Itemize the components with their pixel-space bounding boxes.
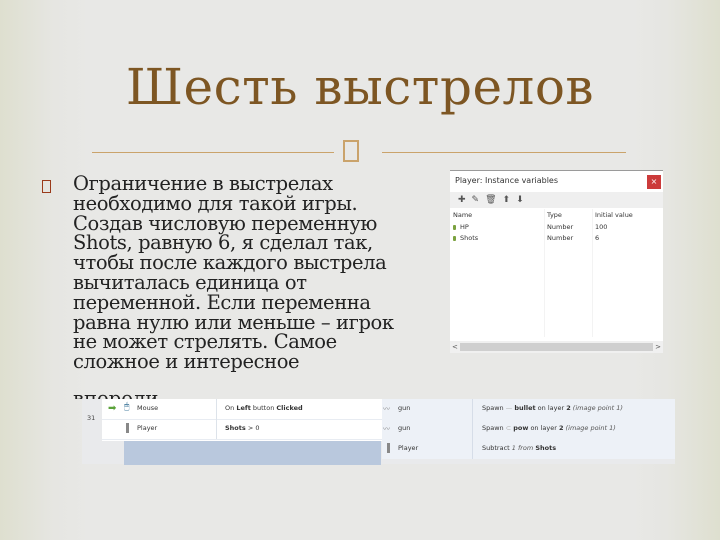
variable-name: HP — [460, 223, 469, 231]
event-sheet: 31 ➡ 🖱 Mouse On Left button Clicked Play… — [82, 399, 675, 465]
player-icon — [126, 423, 129, 433]
condition-row[interactable]: Player Shots > 0 — [102, 419, 382, 440]
event-line-number: 31 — [87, 414, 96, 422]
instance-variables-dialog: Player: Instance variables × ✚ ✎ 🗑 ⬆ ⬇ N… — [450, 170, 663, 353]
action-object: Player — [398, 444, 419, 452]
variable-name: Shots — [460, 234, 479, 242]
divider-ornament-icon — [343, 140, 359, 162]
slide-body-overflow: впороли — [73, 387, 159, 399]
trigger-arrow-icon: ➡ — [108, 403, 117, 414]
slide-body-text: Ограничение в выстрелах необходимо для т… — [73, 172, 394, 374]
gun-icon: 〰 — [383, 425, 390, 433]
mouse-icon: 🖱 — [124, 402, 130, 412]
action-object: gun — [398, 424, 411, 432]
condition-object: Player — [137, 424, 158, 432]
slide-title: Шесть выстрелов — [125, 58, 595, 116]
divider-right — [382, 152, 626, 153]
condition-row[interactable]: ➡ 🖱 Mouse On Left button Clicked — [102, 399, 382, 420]
action-object: gun — [398, 404, 411, 412]
scrollbar-thumb[interactable] — [460, 343, 653, 351]
variable-type: Number — [547, 234, 574, 242]
condition-object: Mouse — [137, 404, 159, 412]
action-text: Spawn ⊂ pow on layer 2 (image point 1) — [482, 424, 616, 432]
table-header: Name Type Initial value — [450, 211, 663, 221]
column-separator — [216, 399, 217, 439]
horizontal-scrollbar[interactable]: < > — [450, 341, 663, 353]
column-header-initial-value[interactable]: Initial value — [595, 211, 633, 219]
variable-type: Number — [547, 223, 574, 231]
condition-text: On Left button Clicked — [225, 404, 303, 412]
column-separator — [472, 399, 473, 459]
action-text: Spawn — bullet on layer 2 (image point 1… — [482, 404, 623, 412]
edit-icon[interactable]: ✎ — [472, 195, 480, 205]
column-header-type[interactable]: Type — [547, 211, 562, 219]
table-row[interactable]: Shots Number 6 — [450, 234, 663, 244]
action-row[interactable]: Player Subtract 1 from Shots — [382, 439, 675, 459]
variable-icon — [453, 224, 456, 230]
dialog-title: Player: Instance variables — [455, 176, 559, 185]
column-header-name[interactable]: Name — [453, 211, 472, 219]
gun-icon: 〰 — [383, 405, 390, 413]
variable-value: 6 — [595, 234, 600, 242]
divider-left — [92, 152, 334, 153]
condition-text: Shots > 0 — [225, 424, 260, 432]
table-row[interactable]: HP Number 100 — [450, 223, 663, 233]
action-row[interactable]: 〰 gun Spawn ⊂ pow on layer 2 (image poin… — [382, 419, 675, 439]
dialog-toolbar: ✚ ✎ 🗑 ⬆ ⬇ — [450, 192, 663, 208]
event-conditions[interactable]: ➡ 🖱 Mouse On Left button Clicked Player … — [102, 399, 382, 441]
scroll-right-icon[interactable]: > — [655, 341, 661, 353]
action-row[interactable]: 〰 gun Spawn — bullet on layer 2 (image p… — [382, 399, 675, 419]
move-up-icon[interactable]: ⬆ — [503, 195, 511, 205]
bullet-icon — [42, 180, 51, 193]
action-text: Subtract 1 from Shots — [482, 444, 557, 452]
delete-icon[interactable]: 🗑 — [485, 195, 496, 205]
variable-value: 100 — [595, 223, 608, 231]
event-actions[interactable]: 〰 gun Spawn — bullet on layer 2 (image p… — [382, 399, 675, 459]
add-icon[interactable]: ✚ — [458, 195, 466, 205]
player-icon — [387, 443, 390, 453]
variable-icon — [453, 235, 456, 241]
event-selection-area — [124, 441, 381, 465]
move-down-icon[interactable]: ⬇ — [516, 195, 524, 205]
scroll-left-icon[interactable]: < — [452, 341, 458, 353]
close-button[interactable]: × — [647, 175, 661, 189]
